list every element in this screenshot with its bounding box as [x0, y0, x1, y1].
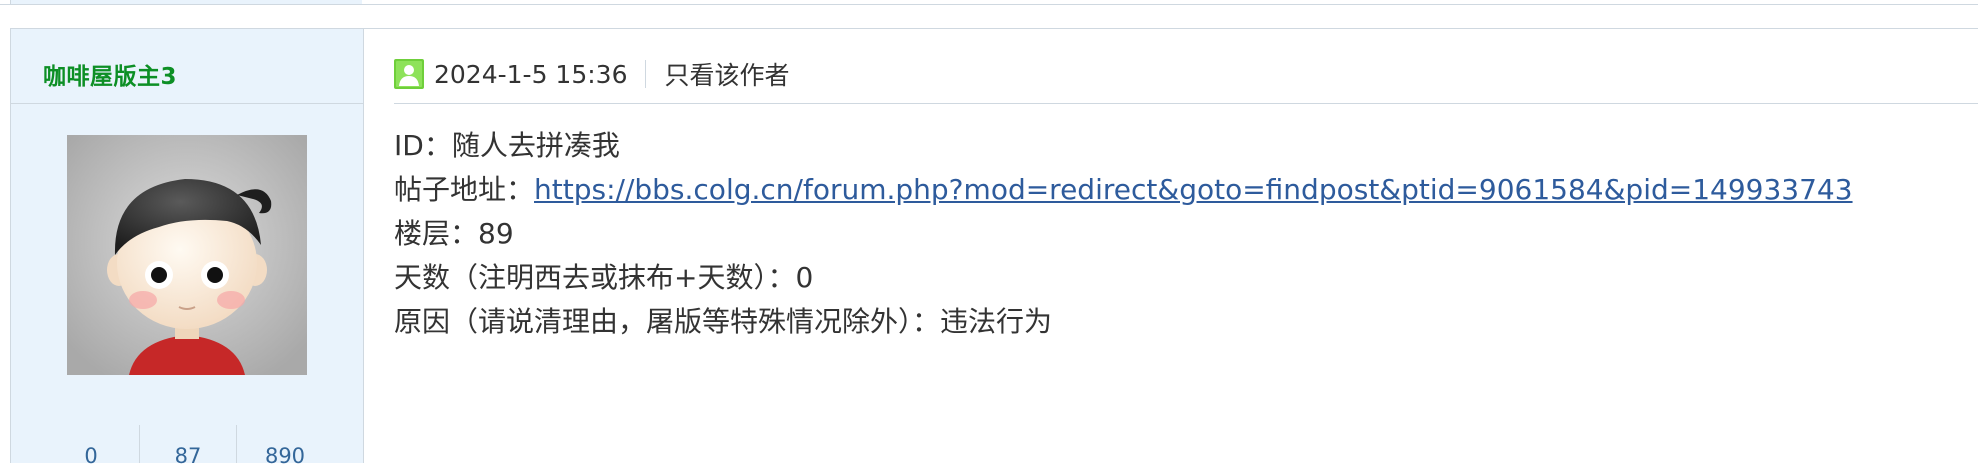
- author-stats: 0 87 890: [43, 425, 333, 468]
- body-line-reason: 原因（请说清理由，屠版等特殊情况除外）：违法行为: [394, 300, 1853, 344]
- author-name-link[interactable]: 咖啡屋版主3: [43, 57, 177, 91]
- stat-threads[interactable]: 0: [43, 425, 139, 468]
- meta-divider: [394, 103, 1978, 104]
- only-author-link[interactable]: 只看该作者: [664, 56, 789, 92]
- days-label: 天数（注明西去或抹布+天数）：: [394, 261, 796, 294]
- post-body: ID：随人去拼凑我 帖子地址：https://bbs.colg.cn/forum…: [394, 124, 1853, 344]
- reason-label: 原因（请说清理由，屠版等特殊情况除外）：: [394, 305, 941, 338]
- body-line-id: ID：随人去拼凑我: [394, 124, 1853, 168]
- author-divider: [11, 103, 363, 104]
- online-user-icon: [394, 59, 424, 89]
- previous-post-sidebar: [10, 0, 364, 4]
- post-timestamp: 2024-1-5 15:36: [434, 59, 628, 89]
- cartoon-avatar-icon: [67, 135, 307, 375]
- author-avatar[interactable]: [67, 135, 307, 375]
- days-value: 0: [795, 261, 814, 294]
- id-label: ID：: [394, 129, 452, 162]
- floor-label: 楼层：: [394, 217, 479, 250]
- previous-post-edge: [0, 0, 1978, 5]
- meta-separator: [645, 60, 647, 88]
- reason-value: 违法行为: [940, 305, 1053, 338]
- body-line-days: 天数（注明西去或抹布+天数）：0: [394, 256, 1853, 300]
- body-line-url: 帖子地址：https://bbs.colg.cn/forum.php?mod=r…: [394, 168, 1853, 212]
- stat-credits[interactable]: 890: [236, 425, 333, 468]
- url-label: 帖子地址：: [394, 173, 535, 206]
- forum-post: 咖啡屋版主3 0 87 890 2024-1-5 15:36 只看该作者 ID：…: [10, 28, 1978, 468]
- post-content-column: 2024-1-5 15:36 只看该作者 ID：随人去拼凑我 帖子地址：http…: [364, 29, 1978, 463]
- floor-value: 89: [478, 217, 514, 250]
- id-value: 随人去拼凑我: [451, 129, 620, 162]
- stat-posts[interactable]: 87: [139, 425, 236, 468]
- post-meta: 2024-1-5 15:36 只看该作者: [394, 57, 790, 91]
- body-line-floor: 楼层：89: [394, 212, 1853, 256]
- author-sidebar: 咖啡屋版主3 0 87 890: [11, 29, 364, 468]
- post-url-link[interactable]: https://bbs.colg.cn/forum.php?mod=redire…: [534, 173, 1853, 206]
- previous-post-content: [362, 0, 1978, 4]
